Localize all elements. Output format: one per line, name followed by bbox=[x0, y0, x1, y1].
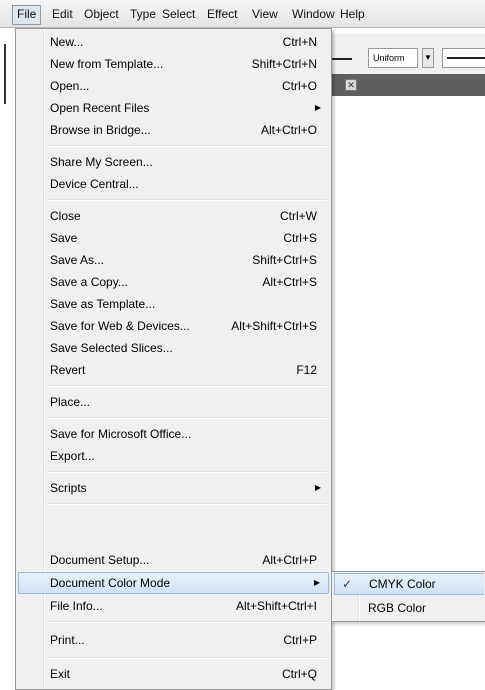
menu-item-label: Save for Web & Devices... bbox=[50, 319, 190, 333]
shortcut-label: Alt+Ctrl+O bbox=[260, 123, 317, 137]
shortcut-label: Ctrl+Q bbox=[281, 667, 317, 681]
submenu-arrow-icon: ▶ bbox=[314, 103, 321, 112]
control-panel: Uniform ▼ bbox=[320, 34, 485, 75]
menu-item-save-for-web[interactable]: Save for Web & Devices... Alt+Shift+Ctrl… bbox=[18, 315, 329, 337]
menu-item-label: Save as Template... bbox=[50, 297, 156, 311]
menu-item-label: Exit bbox=[50, 667, 71, 681]
color-mode-submenu: ✓ CMYK Color RGB Color bbox=[331, 571, 485, 622]
menu-object[interactable]: Object bbox=[80, 5, 123, 23]
brush-definition[interactable] bbox=[442, 48, 485, 68]
shortcut-label: Ctrl+P bbox=[283, 633, 317, 647]
menu-item-browse-in-bridge[interactable]: Browse in Bridge... Alt+Ctrl+O bbox=[18, 119, 329, 141]
shortcut-label: Alt+Shift+Ctrl+I bbox=[235, 599, 317, 613]
menu-item-label: Save As... bbox=[50, 253, 105, 267]
menu-item-label: Export... bbox=[50, 449, 95, 463]
menu-item-save-a-copy[interactable]: Save a Copy... Alt+Ctrl+S bbox=[18, 271, 329, 293]
menu-item-share-my-screen[interactable]: Share My Screen... bbox=[18, 151, 329, 173]
menu-separator bbox=[47, 471, 327, 473]
close-icon[interactable]: ✕ bbox=[345, 79, 357, 91]
menu-bar: File Edit Object Type Select Effect View… bbox=[0, 0, 485, 28]
menu-view[interactable]: View bbox=[248, 5, 282, 23]
menu-item-file-info[interactable]: File Info... Alt+Shift+Ctrl+I bbox=[18, 595, 329, 617]
panel-edge bbox=[0, 44, 6, 104]
brush-stroke-preview bbox=[447, 57, 485, 59]
menu-item-export[interactable]: Export... bbox=[18, 445, 329, 467]
chevron-down-icon[interactable]: ▼ bbox=[422, 48, 434, 68]
menu-item-scripts[interactable]: Scripts ▶ bbox=[18, 477, 329, 499]
menu-separator bbox=[47, 503, 327, 505]
menu-item-label: Share My Screen... bbox=[50, 155, 153, 169]
submenu-arrow-icon: ▶ bbox=[314, 483, 321, 492]
menu-item-label: Close bbox=[50, 209, 81, 223]
submenu-item-cmyk-color[interactable]: ✓ CMYK Color bbox=[334, 573, 484, 595]
menu-window[interactable]: Window bbox=[288, 5, 339, 23]
menu-item-label: New from Template... bbox=[50, 57, 164, 71]
menu-item-place[interactable]: Place... bbox=[18, 391, 329, 413]
menu-item-save-as[interactable]: Save As... Shift+Ctrl+S bbox=[18, 249, 329, 271]
menu-select[interactable]: Select bbox=[158, 5, 199, 23]
menu-separator bbox=[47, 385, 327, 387]
menu-item-label: Open Recent Files bbox=[50, 101, 150, 115]
menu-item-label: Browse in Bridge... bbox=[50, 123, 151, 137]
menu-item-label: Document Color Mode bbox=[50, 576, 171, 590]
menu-item-close[interactable]: Close Ctrl+W bbox=[18, 205, 329, 227]
menu-effect[interactable]: Effect bbox=[203, 5, 241, 23]
menu-item-label: Place... bbox=[50, 395, 91, 409]
menu-item-label: Device Central... bbox=[50, 177, 139, 191]
menu-edit[interactable]: Edit bbox=[48, 5, 77, 23]
menu-item-revert[interactable]: Revert F12 bbox=[18, 359, 329, 381]
menu-separator bbox=[47, 145, 327, 147]
menu-separator bbox=[47, 417, 327, 419]
menu-item-new-from-template[interactable]: New from Template... Shift+Ctrl+N bbox=[18, 53, 329, 75]
shortcut-label: Ctrl+S bbox=[283, 231, 317, 245]
variable-width-profile[interactable]: Uniform bbox=[368, 48, 418, 68]
menu-file[interactable]: File bbox=[12, 5, 42, 25]
shortcut-label: Ctrl+W bbox=[280, 209, 317, 223]
menu-item-label: Save a Copy... bbox=[50, 275, 128, 289]
menu-item-save-as-template[interactable]: Save as Template... bbox=[18, 293, 329, 315]
file-menu: New... Ctrl+N New from Template... Shift… bbox=[15, 28, 332, 690]
submenu-item-rgb-color[interactable]: RGB Color bbox=[334, 597, 484, 619]
menu-item-label: Document Setup... bbox=[50, 553, 150, 567]
submenu-item-label: CMYK Color bbox=[369, 577, 436, 591]
menu-item-open[interactable]: Open... Ctrl+O bbox=[18, 75, 329, 97]
menu-item-save-for-microsoft-office[interactable]: Save for Microsoft Office... bbox=[18, 423, 329, 445]
menu-help[interactable]: Help bbox=[336, 5, 369, 23]
shortcut-label: Ctrl+O bbox=[281, 79, 317, 93]
menu-item-label: Print... bbox=[50, 633, 85, 647]
shortcut-label: Alt+Shift+Ctrl+S bbox=[231, 319, 317, 333]
menu-item-device-central[interactable]: Device Central... bbox=[18, 173, 329, 195]
menu-item-label: Save Selected Slices... bbox=[50, 341, 173, 355]
menu-separator bbox=[47, 657, 327, 659]
menu-type[interactable]: Type bbox=[126, 5, 160, 23]
menu-item-open-recent-files[interactable]: Open Recent Files ▶ bbox=[18, 97, 329, 119]
menu-item-document-setup[interactable]: Document Setup... Alt+Ctrl+P bbox=[18, 549, 329, 571]
shortcut-label: F12 bbox=[296, 363, 317, 377]
shortcut-label: Alt+Ctrl+P bbox=[262, 553, 317, 567]
menu-item-print[interactable]: Print... Ctrl+P bbox=[18, 629, 329, 651]
submenu-item-label: RGB Color bbox=[368, 601, 427, 615]
menu-item-label: Save for Microsoft Office... bbox=[50, 427, 192, 441]
menu-item-new[interactable]: New... Ctrl+N bbox=[18, 31, 329, 53]
menu-item-label: Open... bbox=[50, 79, 90, 93]
menu-item-exit[interactable]: Exit Ctrl+Q bbox=[18, 663, 329, 685]
menu-item-document-color-mode[interactable]: Document Color Mode ▶ bbox=[18, 572, 329, 594]
menu-item-save[interactable]: Save Ctrl+S bbox=[18, 227, 329, 249]
submenu-arrow-icon: ▶ bbox=[313, 578, 320, 587]
shortcut-label: Shift+Ctrl+N bbox=[251, 57, 317, 71]
shortcut-label: Alt+Ctrl+S bbox=[262, 275, 317, 289]
menu-item-label: Revert bbox=[50, 363, 86, 377]
menu-item-label: Scripts bbox=[50, 481, 87, 495]
menu-item-label: File Info... bbox=[50, 599, 103, 613]
checkmark-icon: ✓ bbox=[342, 577, 353, 591]
shortcut-label: Ctrl+N bbox=[282, 35, 317, 49]
menu-separator bbox=[47, 621, 327, 623]
menu-item-label: Save bbox=[50, 231, 78, 245]
menu-separator bbox=[47, 199, 327, 201]
menu-item-save-selected-slices[interactable]: Save Selected Slices... bbox=[18, 337, 329, 359]
shortcut-label: Shift+Ctrl+S bbox=[252, 253, 317, 267]
menu-item-label: New... bbox=[50, 35, 84, 49]
